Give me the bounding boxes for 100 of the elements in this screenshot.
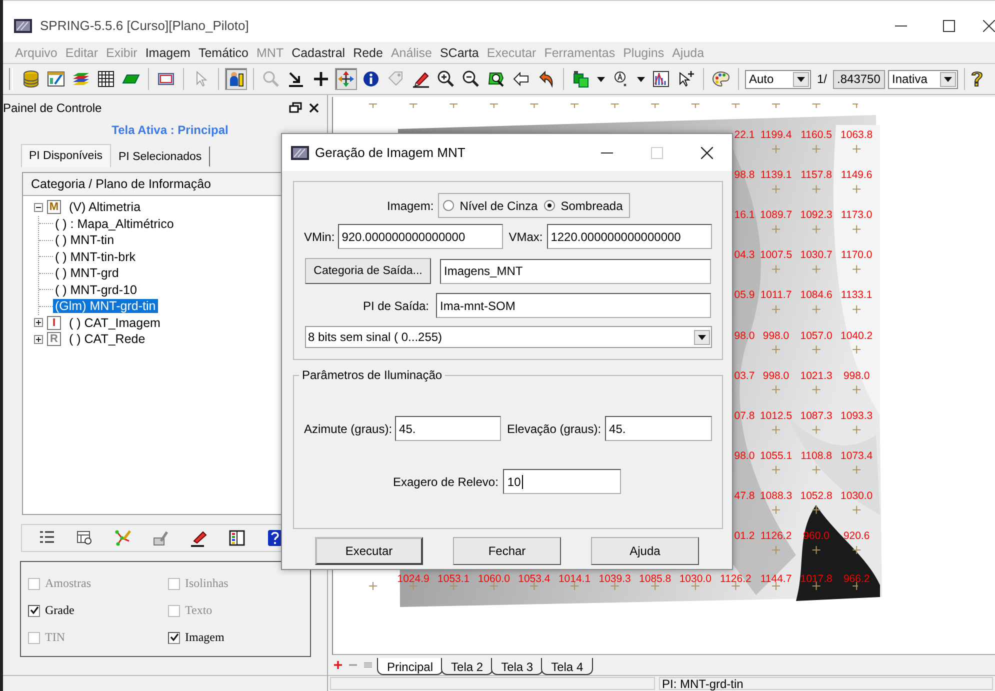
person-icon <box>227 70 245 88</box>
tree-item[interactable]: ( ) MNT-grd-10 <box>53 282 139 297</box>
category-badge: I <box>47 316 61 330</box>
checkbox[interactable] <box>168 632 180 644</box>
toolbar-button[interactable] <box>650 68 672 90</box>
checkbox-label: Grade <box>45 603 74 618</box>
tile-icon[interactable] <box>362 660 374 670</box>
elevation-label: 1021.3 <box>800 370 832 382</box>
help-icon[interactable] <box>266 529 284 547</box>
tag-icon <box>387 70 405 88</box>
elevation-label: 01.2 <box>734 530 755 542</box>
menu-item[interactable]: Cadastral <box>288 46 350 60</box>
input-field[interactable]: 1220.000000000000000 <box>546 224 712 249</box>
dialog-title: Geração de Imagem MNT <box>315 145 466 160</box>
input-field[interactable]: 45. <box>605 416 712 441</box>
graph-edit-icon[interactable] <box>114 529 132 547</box>
category-button[interactable]: Categoria de Saída... <box>305 258 431 284</box>
expand-icon[interactable] <box>34 318 43 328</box>
pencil-icon[interactable] <box>190 529 208 547</box>
maximize-icon <box>651 146 663 158</box>
tree-item[interactable]: (Glm) MNT-grd-tin <box>53 299 158 314</box>
histogram-icon <box>652 70 670 88</box>
expand-icon[interactable] <box>34 334 43 344</box>
elevation-label: 1149.6 <box>840 169 872 182</box>
tree-item[interactable]: ( ) MNT-tin <box>53 233 116 248</box>
undo-icon <box>537 70 555 88</box>
radio-label[interactable]: Nível de Cinza <box>460 198 538 212</box>
window-title: SPRING-5.5.6 [Curso][Plano_Piloto] <box>40 18 250 33</box>
field-label: PI de Saída: <box>362 298 429 312</box>
dialog-button[interactable]: Fechar <box>453 537 561 565</box>
elevation-label: 1052.8 <box>800 490 832 502</box>
dialog-button[interactable]: Ajuda <box>591 537 699 565</box>
elevation-label: 1173.0 <box>840 209 872 222</box>
restore-icon[interactable] <box>289 102 303 114</box>
menu-item[interactable]: Temático <box>194 46 252 60</box>
tree-item[interactable]: ( ) CAT_Imagem <box>67 316 162 330</box>
maximize-icon[interactable] <box>943 20 955 32</box>
category-badge: M <box>47 200 61 214</box>
category-badge: R <box>47 332 61 346</box>
toolbar-button[interactable] <box>95 68 117 90</box>
elevation-label: 1030.7 <box>800 249 832 262</box>
menu-item[interactable]: SCarta <box>436 46 483 60</box>
input-field[interactable]: Imagens_MNT <box>440 258 711 284</box>
dialog-button[interactable]: Executar <box>315 537 423 565</box>
elevation-label: 1007.5 <box>760 249 792 262</box>
format-dropdown[interactable]: 8 bits sem sinal ( 0...255) <box>305 326 712 348</box>
view-tab[interactable]: Principal <box>377 658 444 675</box>
cursor-plus-icon <box>677 70 695 88</box>
close-icon[interactable] <box>701 146 713 158</box>
cursor-mode-dropdown[interactable]: Inativa <box>888 70 958 88</box>
elevation-label: 1139.1 <box>760 169 792 182</box>
checkbox[interactable] <box>28 604 40 616</box>
table-search-icon[interactable] <box>76 529 94 547</box>
elevation-label: 98.0 <box>734 450 755 462</box>
input-field[interactable]: Ima-mnt-SOM <box>436 293 711 318</box>
elevation-label: 1073.4 <box>840 450 873 462</box>
toolbar-button[interactable] <box>225 68 247 90</box>
elevation-label: 1126.2 <box>760 530 792 542</box>
scale-label: 1/ <box>817 72 828 86</box>
add-icon[interactable] <box>332 660 344 670</box>
elevation-label: 1126.2 <box>720 573 752 585</box>
radio-circle-icon[interactable] <box>442 200 454 211</box>
field-label: Exagero de Relevo: <box>393 474 498 488</box>
view-tab[interactable]: Tela 3 <box>491 658 544 675</box>
close-icon[interactable] <box>983 20 995 32</box>
tree-item[interactable]: ( ) : Mapa_Altimétrico <box>53 216 176 231</box>
elevation-label: 1133.1 <box>840 289 872 302</box>
tree-item[interactable]: ( ) CAT_Rede <box>67 332 148 346</box>
radio-label[interactable]: Sombreada <box>560 198 623 212</box>
panel-tab[interactable]: PI Selecionados <box>110 146 210 167</box>
dropdown-caret-icon[interactable] <box>637 76 645 82</box>
chart-edit-icon[interactable] <box>152 529 170 547</box>
input-field[interactable]: 920.000000000000000 <box>338 224 503 249</box>
input-field[interactable]: 10 <box>503 469 622 494</box>
view-tab[interactable]: Tela 2 <box>441 658 494 675</box>
tree-item[interactable]: ( ) MNT-grd <box>53 266 121 280</box>
panel-tab[interactable]: PI Disponíveis <box>21 144 111 167</box>
field-label: Elevação (graus): <box>507 422 602 436</box>
panel-title: Painel de Controle <box>3 101 103 115</box>
elevation-label: 1092.3 <box>800 209 832 222</box>
help-icon[interactable] <box>971 70 984 88</box>
scale-field[interactable]: .843750 <box>833 70 886 88</box>
legend-icon[interactable] <box>228 529 246 547</box>
menu-item[interactable]: Imagem <box>141 46 194 60</box>
radio-circle-icon[interactable] <box>544 200 555 211</box>
squares-icon <box>572 70 590 88</box>
checkbox-label: TIN <box>45 630 65 645</box>
toolbar-button[interactable] <box>335 68 357 90</box>
elevation-label: 03.7 <box>734 370 755 382</box>
input-field[interactable]: 45. <box>395 416 501 441</box>
tree-item[interactable]: ( ) MNT-tin-brk <box>53 250 138 264</box>
tree-item[interactable]: (V) Altimetria <box>67 200 143 214</box>
caret-icon <box>698 334 706 340</box>
dropdown-caret-icon[interactable] <box>597 76 605 82</box>
scale-dropdown[interactable]: Auto <box>745 70 811 88</box>
collapse-icon[interactable] <box>34 202 43 212</box>
close-icon[interactable] <box>307 102 321 114</box>
menu-item[interactable]: Rede <box>349 46 387 60</box>
view-tab[interactable]: Tela 4 <box>541 658 594 675</box>
elevation-label: 998.0 <box>762 370 790 382</box>
